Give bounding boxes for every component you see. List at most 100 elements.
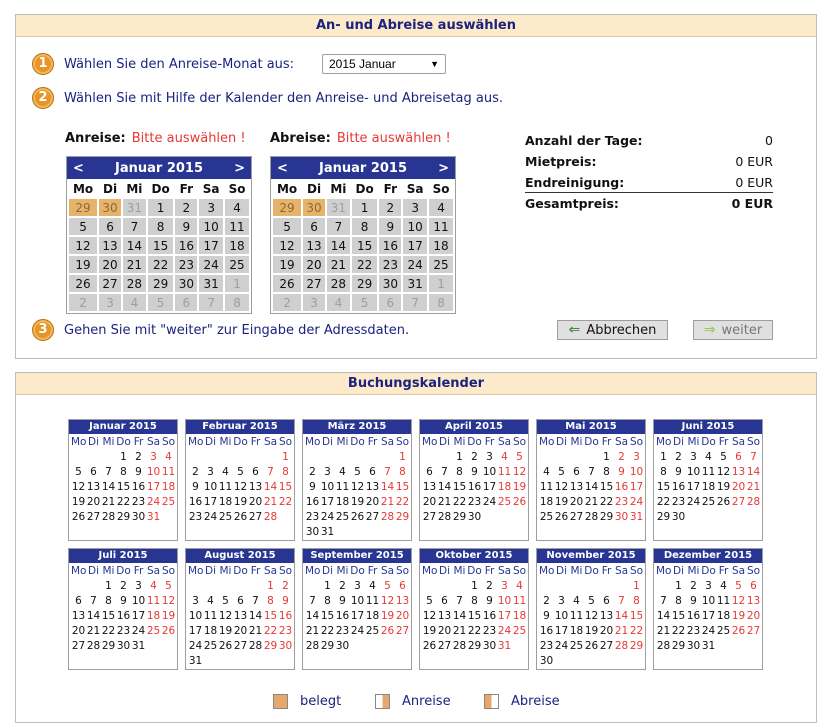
- calendar-day[interactable]: 4: [429, 199, 453, 216]
- calendar-day: 18: [365, 610, 380, 622]
- departure-status: Bitte auswählen !: [336, 131, 451, 146]
- calendar-day[interactable]: 2: [379, 199, 402, 216]
- next-month-button[interactable]: >: [438, 161, 449, 176]
- cancel-button[interactable]: ⇐ Abbrechen: [557, 320, 668, 340]
- calendar-day: 27: [746, 625, 761, 637]
- days-count-label: Anzahl der Tage:: [525, 133, 643, 148]
- calendar-day[interactable]: 5: [273, 218, 302, 235]
- calendar-day[interactable]: 4: [225, 199, 249, 216]
- calendar-day[interactable]: 22: [147, 256, 174, 273]
- calendar-day: 15: [629, 610, 644, 622]
- calendar-day[interactable]: 29: [147, 275, 174, 292]
- calendar-day: 10: [350, 595, 365, 607]
- calendar-day[interactable]: 26: [273, 275, 302, 292]
- calendar-day[interactable]: 8: [351, 218, 378, 235]
- calendar-day[interactable]: 25: [429, 256, 453, 273]
- calendar-day[interactable]: 16: [175, 237, 198, 254]
- calendar-day[interactable]: 21: [326, 256, 350, 273]
- calendar-day[interactable]: 19: [273, 256, 302, 273]
- calendar-day[interactable]: 27: [303, 275, 325, 292]
- weekday-header: Di: [204, 436, 216, 448]
- calendar-day: 31: [188, 655, 203, 667]
- calendar-day: 10: [497, 595, 512, 607]
- calendar-day[interactable]: 19: [69, 256, 98, 273]
- calendar-day[interactable]: 28: [122, 275, 146, 292]
- calendar-day[interactable]: 20: [303, 256, 325, 273]
- calendar-day[interactable]: 7: [122, 218, 146, 235]
- calendar-day[interactable]: 12: [69, 237, 98, 254]
- calendar-day: 27: [569, 511, 584, 523]
- calendar-day: 13: [422, 481, 437, 493]
- calendar-day: 29: [467, 640, 482, 652]
- calendar-day[interactable]: 14: [122, 237, 146, 254]
- calendar-day: 29: [263, 640, 278, 652]
- calendar-day[interactable]: 22: [351, 256, 378, 273]
- calendar-day: 5: [351, 294, 378, 311]
- calendar-day[interactable]: 5: [69, 218, 98, 235]
- calendar-day[interactable]: 13: [303, 237, 325, 254]
- empty-cell: [365, 450, 380, 464]
- calendar-day[interactable]: 10: [199, 218, 224, 235]
- calendar-day[interactable]: 2: [175, 199, 198, 216]
- calendar-day[interactable]: 9: [379, 218, 402, 235]
- calendar-day[interactable]: 6: [99, 218, 121, 235]
- calendar-day[interactable]: 12: [273, 237, 302, 254]
- calendar-day[interactable]: 6: [303, 218, 325, 235]
- calendar-day[interactable]: 15: [351, 237, 378, 254]
- calendar-day[interactable]: 25: [225, 256, 249, 273]
- calendar-day[interactable]: 13: [99, 237, 121, 254]
- weekday-header: Do: [355, 182, 374, 196]
- calendar-day: 29: [395, 511, 410, 523]
- calendar-day[interactable]: 9: [175, 218, 198, 235]
- calendar-day[interactable]: 31: [403, 275, 428, 292]
- calendar-day: 28: [746, 496, 761, 508]
- calendar-day[interactable]: 24: [199, 256, 224, 273]
- calendar-day[interactable]: 16: [379, 237, 402, 254]
- weekday-header: Do: [116, 565, 131, 577]
- calendar-day[interactable]: 14: [326, 237, 350, 254]
- calendar-day: 2: [69, 294, 98, 311]
- calendar-day[interactable]: 18: [225, 237, 249, 254]
- calendar-day: 2: [618, 451, 625, 463]
- calendar-day[interactable]: 11: [429, 218, 453, 235]
- next-button[interactable]: ⇒ weiter: [693, 320, 773, 340]
- calendar-day[interactable]: 29: [351, 275, 378, 292]
- calendar-day[interactable]: 18: [429, 237, 453, 254]
- calendar-day[interactable]: 3: [199, 199, 224, 216]
- calendar-day[interactable]: 27: [99, 275, 121, 292]
- calendar-day: 28: [248, 640, 263, 652]
- weekday-header: So: [278, 565, 293, 577]
- calendar-day[interactable]: 1: [147, 199, 174, 216]
- weekday-header: Di: [321, 565, 333, 577]
- calendar-day[interactable]: 23: [379, 256, 402, 273]
- calendar-day[interactable]: 30: [175, 275, 198, 292]
- calendar-day[interactable]: 17: [403, 237, 428, 254]
- calendar-day[interactable]: 30: [379, 275, 402, 292]
- prev-month-button[interactable]: <: [73, 161, 84, 176]
- calendar-day[interactable]: 7: [326, 218, 350, 235]
- month-calendar: Mai 2015 Mo Di Mi Do Fr Sa So 1 2 3 4 5 6 7 8 9 10 11 12 13 1…: [536, 419, 646, 541]
- calendar-day[interactable]: 10: [403, 218, 428, 235]
- calendar-day[interactable]: 20: [99, 256, 121, 273]
- calendar-day[interactable]: 1: [351, 199, 378, 216]
- next-month-button[interactable]: >: [234, 161, 245, 176]
- calendar-day[interactable]: 26: [69, 275, 98, 292]
- calendar-day[interactable]: 24: [403, 256, 428, 273]
- calendar-day: 18: [701, 481, 716, 493]
- calendar-day: 16: [539, 625, 554, 637]
- calendar-day[interactable]: 23: [175, 256, 198, 273]
- calendar-day[interactable]: 21: [122, 256, 146, 273]
- prev-month-button[interactable]: <: [277, 161, 288, 176]
- calendar-day[interactable]: 8: [147, 218, 174, 235]
- calendar-day[interactable]: 15: [147, 237, 174, 254]
- calendar-day[interactable]: 3: [403, 199, 428, 216]
- calendar-day[interactable]: 17: [199, 237, 224, 254]
- arrival-month-select[interactable]: 2015 Januar ▼: [322, 54, 446, 74]
- calendar-day: 26: [218, 640, 233, 652]
- calendar-day: 27: [437, 640, 452, 652]
- calendar-day[interactable]: 11: [225, 218, 249, 235]
- calendar-day: 6: [252, 466, 259, 478]
- calendar-day[interactable]: 28: [326, 275, 350, 292]
- calendar-day: 27: [233, 640, 248, 652]
- calendar-day[interactable]: 31: [199, 275, 224, 292]
